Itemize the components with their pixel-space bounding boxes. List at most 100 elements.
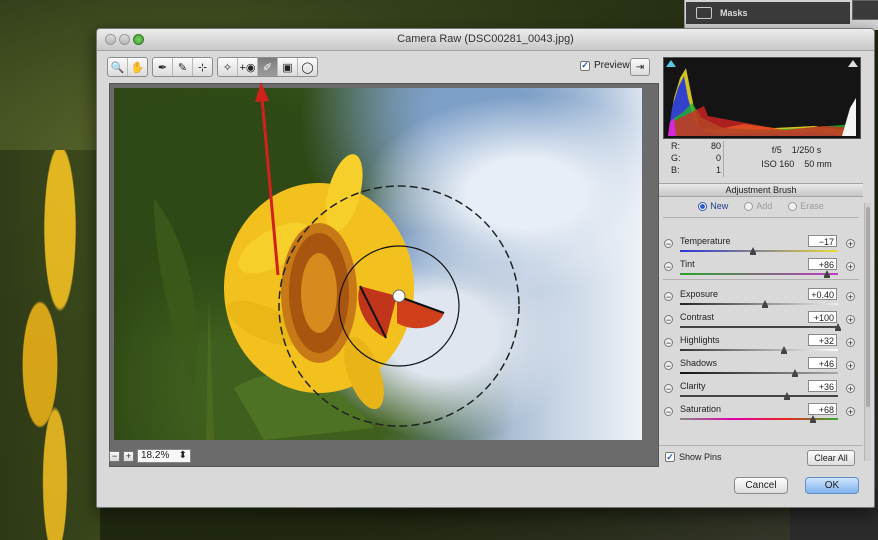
readout-b-label: B: bbox=[671, 165, 680, 175]
brush-mode-group: New Add Erase bbox=[659, 201, 863, 211]
zoom-in-button[interactable]: + bbox=[123, 450, 134, 462]
preview-toggle[interactable]: ✓ Preview bbox=[580, 60, 630, 71]
saturation-thumb[interactable] bbox=[809, 415, 816, 423]
shadows-increase-icon[interactable]: + bbox=[846, 361, 855, 371]
tint-value-field[interactable]: +86 bbox=[808, 258, 837, 270]
saturation-decrease-icon[interactable]: − bbox=[664, 407, 673, 417]
contrast-thumb[interactable] bbox=[835, 323, 841, 331]
panel-title: Adjustment Brush bbox=[725, 185, 797, 195]
tool-group-navigate: 🔍 ✋ bbox=[107, 57, 148, 77]
stem-shape bbox=[206, 298, 214, 440]
show-pins-toggle[interactable]: ✓ Show Pins bbox=[665, 452, 722, 462]
adjustment-brush-tool-icon[interactable]: ✐ bbox=[258, 58, 278, 76]
mask-icon bbox=[696, 7, 712, 19]
clear-all-button[interactable]: Clear All bbox=[807, 450, 855, 466]
contrast-increase-icon[interactable]: + bbox=[846, 315, 855, 325]
mode-erase-label: Erase bbox=[800, 201, 824, 211]
brush-pin[interactable] bbox=[392, 289, 406, 303]
shadows-track[interactable] bbox=[680, 372, 838, 374]
tint-track[interactable] bbox=[680, 273, 838, 275]
radio-dot bbox=[698, 201, 708, 211]
panel-footer: ✓ Show Pins Clear All bbox=[659, 445, 863, 468]
contrast-decrease-icon[interactable]: − bbox=[664, 315, 673, 325]
mode-erase-radio[interactable]: Erase bbox=[788, 201, 824, 211]
tool-group-sample: ✒ ✎ ⊹ bbox=[152, 57, 213, 77]
ok-button[interactable]: OK bbox=[805, 477, 859, 494]
minimize-window-button[interactable] bbox=[119, 34, 130, 45]
exposure-value-field[interactable]: +0.40 bbox=[808, 288, 837, 300]
saturation-increase-icon[interactable]: + bbox=[846, 407, 855, 417]
tint-thumb[interactable] bbox=[823, 270, 830, 278]
temperature-value-field[interactable]: −17 bbox=[808, 235, 837, 247]
contrast-value-field[interactable]: +100 bbox=[808, 311, 837, 323]
zoom-level-select[interactable]: 18.2% ⬍ bbox=[137, 449, 191, 463]
red-eye-tool-icon[interactable]: +◉ bbox=[238, 58, 258, 76]
photoshop-masks-panel[interactable]: Masks bbox=[686, 2, 850, 24]
tint-decrease-icon[interactable]: − bbox=[664, 262, 673, 272]
saturation-slider: − Saturation +68 + bbox=[659, 403, 863, 425]
hand-tool-icon[interactable]: ✋ bbox=[128, 58, 147, 76]
panel-scrollbar[interactable] bbox=[864, 203, 871, 461]
zoom-window-button[interactable] bbox=[133, 34, 144, 45]
saturation-label: Saturation bbox=[680, 404, 722, 414]
highlights-value-field[interactable]: +32 bbox=[808, 334, 837, 346]
exposure-increase-icon[interactable]: + bbox=[846, 292, 855, 302]
shadows-thumb[interactable] bbox=[792, 369, 799, 377]
shadows-decrease-icon[interactable]: − bbox=[664, 361, 673, 371]
clarity-thumb[interactable] bbox=[784, 392, 791, 400]
show-pins-checkbox[interactable]: ✓ bbox=[665, 452, 675, 462]
clarity-label: Clarity bbox=[680, 381, 706, 391]
exposure-track[interactable] bbox=[680, 303, 838, 305]
show-pins-label: Show Pins bbox=[679, 452, 722, 462]
spot-removal-tool-icon[interactable]: ✧ bbox=[218, 58, 238, 76]
zoom-tool-icon[interactable]: 🔍 bbox=[108, 58, 128, 76]
graduated-filter-tool-icon[interactable]: ▣ bbox=[278, 58, 298, 76]
contrast-track[interactable] bbox=[680, 326, 838, 328]
temperature-track[interactable] bbox=[680, 250, 838, 252]
color-sampler-tool-icon[interactable]: ✎ bbox=[173, 58, 193, 76]
preview-checkbox[interactable]: ✓ bbox=[580, 60, 590, 71]
temperature-increase-icon[interactable]: + bbox=[846, 239, 855, 249]
fullscreen-toggle-icon[interactable]: ⇥ bbox=[630, 58, 650, 76]
saturation-value-field[interactable]: +68 bbox=[808, 403, 837, 415]
mode-add-radio[interactable]: Add bbox=[744, 201, 772, 211]
exposure-thumb[interactable] bbox=[762, 300, 769, 308]
histogram-graph bbox=[668, 68, 856, 136]
highlights-track[interactable] bbox=[680, 349, 838, 351]
clarity-decrease-icon[interactable]: − bbox=[664, 384, 673, 394]
readout-r-value: 80 bbox=[710, 141, 721, 151]
panel-scrollbar-thumb[interactable] bbox=[866, 207, 870, 407]
clarity-value-field[interactable]: +36 bbox=[808, 380, 837, 392]
clarity-track[interactable] bbox=[680, 395, 838, 397]
sunflower bbox=[224, 154, 414, 410]
zoom-control: − + 18.2% ⬍ bbox=[109, 449, 191, 463]
radial-filter-tool-icon[interactable]: ◯ bbox=[298, 58, 317, 76]
white-balance-tool-icon[interactable]: ✒ bbox=[153, 58, 173, 76]
temperature-slider: − Temperature −17 + bbox=[659, 235, 863, 257]
readout-b-value: 1 bbox=[715, 165, 721, 175]
highlights-decrease-icon[interactable]: − bbox=[664, 338, 673, 348]
mode-new-radio[interactable]: New bbox=[698, 201, 728, 211]
shadows-value-field[interactable]: +46 bbox=[808, 357, 837, 369]
clarity-increase-icon[interactable]: + bbox=[846, 384, 855, 394]
readout-g-value: 0 bbox=[715, 153, 721, 163]
tool-group-edit: ✧ +◉ ✐ ▣ ◯ bbox=[217, 57, 318, 77]
zoom-out-button[interactable]: − bbox=[109, 450, 120, 462]
radio-dot bbox=[744, 201, 754, 211]
shadow-clipping-warning-icon[interactable] bbox=[666, 60, 676, 67]
highlights-thumb[interactable] bbox=[781, 346, 788, 354]
temperature-thumb[interactable] bbox=[749, 247, 756, 255]
window-titlebar[interactable]: Camera Raw (DSC00281_0043.jpg) bbox=[97, 29, 874, 51]
close-window-button[interactable] bbox=[105, 34, 116, 45]
tint-slider: − Tint +86 + bbox=[659, 258, 863, 280]
clarity-slider: − Clarity +36 + bbox=[659, 380, 863, 402]
temperature-decrease-icon[interactable]: − bbox=[664, 239, 673, 249]
image-canvas[interactable] bbox=[114, 88, 642, 440]
histogram bbox=[663, 57, 861, 139]
targeted-adjustment-tool-icon[interactable]: ⊹ bbox=[193, 58, 212, 76]
highlights-increase-icon[interactable]: + bbox=[846, 338, 855, 348]
exposure-decrease-icon[interactable]: − bbox=[664, 292, 673, 302]
tint-increase-icon[interactable]: + bbox=[846, 262, 855, 272]
cancel-button[interactable]: Cancel bbox=[734, 477, 788, 494]
highlight-clipping-warning-icon[interactable] bbox=[848, 60, 858, 67]
